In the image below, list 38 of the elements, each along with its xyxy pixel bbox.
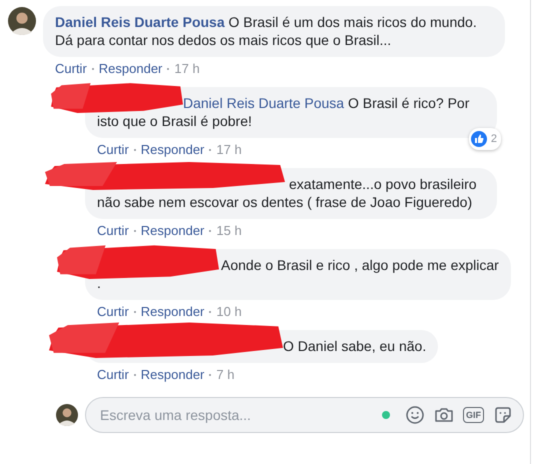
reply-link[interactable]: Responder bbox=[140, 304, 204, 319]
reply-text: Aonde o Brasil e rico , algo pode me explicar . bbox=[97, 256, 499, 292]
reply-link[interactable]: Responder bbox=[140, 367, 204, 382]
sticker-icon[interactable] bbox=[493, 405, 513, 425]
timestamp: 17 h bbox=[174, 61, 200, 76]
reply-link[interactable]: Responder bbox=[98, 61, 162, 76]
timestamp: 15 h bbox=[216, 223, 242, 238]
like-link[interactable]: Curtir bbox=[97, 142, 129, 157]
thumbs-up-icon bbox=[470, 131, 487, 147]
timestamp: 17 h bbox=[216, 142, 242, 157]
reply-text: exatamente...o povo brasileiro não sabe nem escovar os dentes ( frase de Joao Figueredo) bbox=[97, 175, 478, 211]
separator-dot bbox=[134, 230, 136, 232]
separator-dot bbox=[209, 148, 212, 150]
separator-dot bbox=[134, 310, 136, 312]
separator-dot bbox=[92, 68, 94, 70]
reply-text: O Daniel sabe, eu não. bbox=[282, 337, 426, 355]
author-name[interactable]: Daniel Reis Duarte Pousa bbox=[55, 14, 225, 30]
like-link[interactable]: Curtir bbox=[55, 61, 87, 76]
reply-input-field[interactable]: Escreva uma resposta... GIF bbox=[85, 397, 524, 433]
timestamp: 10 h bbox=[216, 304, 242, 319]
separator-dot bbox=[134, 148, 136, 150]
separator-dot bbox=[167, 68, 170, 70]
avatar bbox=[56, 404, 78, 426]
reply-link[interactable]: Responder bbox=[140, 142, 204, 157]
reply-link[interactable]: Responder bbox=[140, 223, 204, 238]
gif-button[interactable]: GIF bbox=[463, 407, 484, 423]
separator-dot bbox=[209, 310, 212, 312]
separator-dot bbox=[209, 374, 212, 376]
like-link[interactable]: Curtir bbox=[97, 367, 129, 382]
emoji-icon[interactable] bbox=[405, 405, 425, 425]
like-link[interactable]: Curtir bbox=[97, 223, 129, 238]
mention-link[interactable]: Daniel Reis Duarte Pousa bbox=[183, 95, 344, 111]
like-link[interactable]: Curtir bbox=[97, 304, 129, 319]
avatar[interactable] bbox=[8, 7, 36, 35]
separator-dot bbox=[209, 230, 212, 232]
separator-dot bbox=[134, 374, 136, 376]
timestamp: 7 h bbox=[216, 367, 234, 382]
comment-text: Daniel Reis Duarte Pousa O Brasil é um dos mais ricos do mundo. Dá para contar nos dedos os mais ricos que o Brasil... bbox=[55, 13, 478, 49]
